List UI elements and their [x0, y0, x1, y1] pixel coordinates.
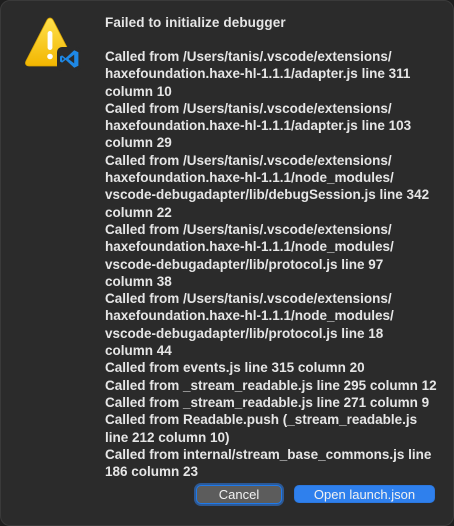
- message-line: Called from /Users/tanis/.vscode/extensi…: [105, 152, 392, 168]
- message-line: column 22: [105, 204, 172, 220]
- message-line: haxefoundation.haxe-hl-1.1.1/node_module…: [105, 308, 394, 324]
- message-line: column 38: [105, 273, 172, 289]
- message-line: column 10: [105, 83, 172, 99]
- warning-icon: [23, 17, 83, 73]
- message-line: 186 column 23: [105, 464, 199, 480]
- message-line: column 44: [105, 343, 172, 359]
- message-line: Called from /Users/tanis/.vscode/extensi…: [105, 221, 392, 237]
- message-line: vscode-debugadapter/lib/protocol.js line…: [105, 256, 384, 272]
- vscode-badge-icon: [57, 47, 81, 71]
- dialog-button-bar: Cancel Open launch.json: [1, 485, 453, 505]
- dialog-title: Failed to initialize debugger: [105, 15, 286, 30]
- message-line: haxefoundation.haxe-hl-1.1.1/node_module…: [105, 239, 394, 255]
- message-line: Called from /Users/tanis/.vscode/extensi…: [105, 100, 392, 116]
- message-line: Called from /Users/tanis/.vscode/extensi…: [105, 291, 392, 307]
- message-line: haxefoundation.haxe-hl-1.1.1/adapter.js …: [105, 66, 411, 82]
- error-dialog: Failed to initialize debugger Called fro…: [0, 0, 454, 526]
- message-line: Called from Readable.push (_stream_reada…: [105, 412, 418, 428]
- message-line: haxefoundation.haxe-hl-1.1.1/node_module…: [105, 170, 394, 186]
- error-message: Called from /Users/tanis/.vscode/extensi…: [105, 48, 450, 480]
- message-line: vscode-debugadapter/lib/debugSession.js …: [105, 187, 430, 203]
- message-line: column 29: [105, 135, 172, 151]
- message-line: Called from _stream_readable.js line 295…: [105, 377, 437, 393]
- message-line: Called from events.js line 315 column 20: [105, 360, 365, 376]
- message-line: Called from internal/stream_base_commons…: [105, 446, 432, 462]
- message-line: Called from _stream_readable.js line 271…: [105, 394, 430, 410]
- open-launch-json-button[interactable]: Open launch.json: [294, 485, 435, 503]
- message-line: line 212 column 10): [105, 429, 230, 445]
- message-line: haxefoundation.haxe-hl-1.1.1/adapter.js …: [105, 118, 412, 134]
- message-line: Called from /Users/tanis/.vscode/extensi…: [105, 49, 392, 64]
- message-line: vscode-debugadapter/lib/protocol.js line…: [105, 325, 384, 341]
- cancel-button[interactable]: Cancel: [196, 485, 282, 504]
